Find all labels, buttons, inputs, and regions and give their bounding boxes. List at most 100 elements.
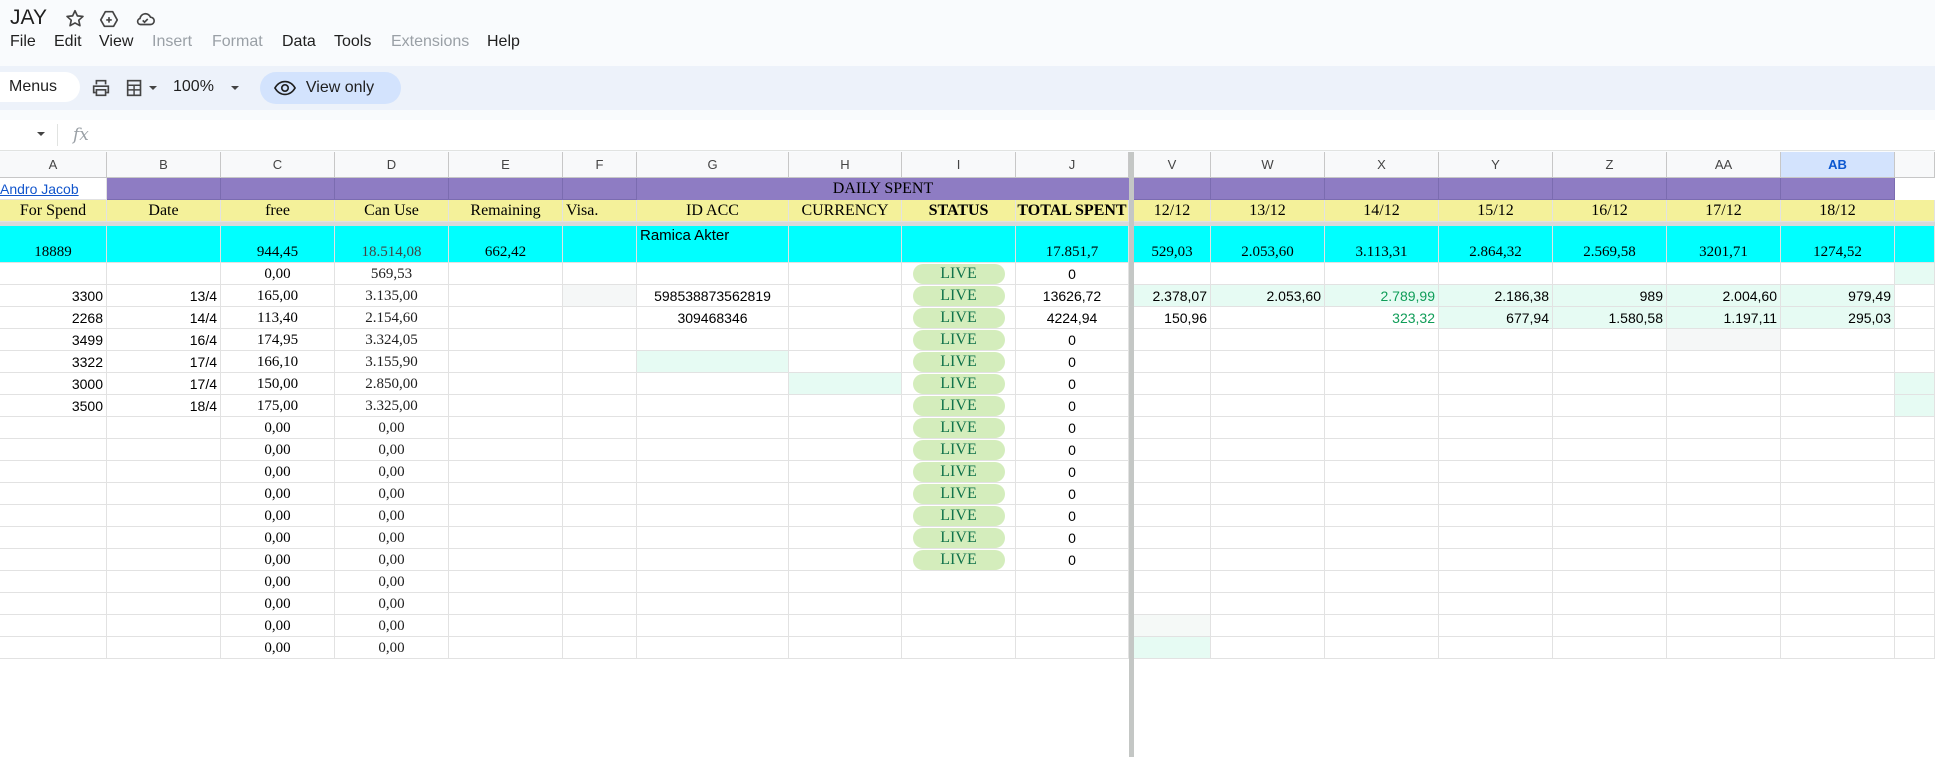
table-cell[interactable] xyxy=(1211,351,1325,373)
header-cell[interactable]: Date xyxy=(107,200,221,222)
table-cell[interactable] xyxy=(1211,417,1325,439)
table-cell[interactable] xyxy=(1667,417,1781,439)
table-cell[interactable] xyxy=(1895,483,1935,505)
table-cell[interactable] xyxy=(789,307,902,329)
table-cell[interactable] xyxy=(1781,527,1895,549)
table-cell[interactable]: 979,49 xyxy=(1781,285,1895,307)
table-cell[interactable]: 3499 xyxy=(0,329,107,351)
table-cell[interactable]: 3000 xyxy=(0,373,107,395)
table-cell[interactable] xyxy=(1134,505,1211,527)
table-cell[interactable] xyxy=(1895,395,1935,417)
table-cell[interactable] xyxy=(449,505,563,527)
table-cell[interactable]: 3.135,00 xyxy=(335,285,449,307)
table-cell[interactable] xyxy=(1134,373,1211,395)
table-cell[interactable] xyxy=(1211,505,1325,527)
table-cell[interactable]: 16/4 xyxy=(107,329,221,351)
table-cell[interactable] xyxy=(449,417,563,439)
table-cell[interactable] xyxy=(637,395,789,417)
column-header-g[interactable]: G xyxy=(637,152,789,178)
chevron-down-icon[interactable] xyxy=(146,77,160,99)
table-cell[interactable]: 2.053,60 xyxy=(1211,285,1325,307)
table-cell[interactable]: 0 xyxy=(1016,483,1129,505)
header-cell[interactable]: 17/12 xyxy=(1667,200,1781,222)
table-cell[interactable] xyxy=(789,571,902,593)
table-cell[interactable] xyxy=(637,593,789,615)
table-cell[interactable] xyxy=(107,527,221,549)
table-cell[interactable] xyxy=(449,527,563,549)
table-cell[interactable]: 0,00 xyxy=(335,461,449,483)
table-cell[interactable]: 1.197,11 xyxy=(1667,307,1781,329)
status-cell[interactable]: LIVE xyxy=(902,351,1016,373)
column-header-w[interactable]: W xyxy=(1211,152,1325,178)
table-cell[interactable] xyxy=(1016,615,1129,637)
table-cell[interactable] xyxy=(1439,373,1553,395)
header-cell[interactable]: free xyxy=(221,200,335,222)
table-cell[interactable] xyxy=(637,615,789,637)
table-cell[interactable]: 13/4 xyxy=(107,285,221,307)
table-cell[interactable]: 0,00 xyxy=(221,615,335,637)
table-cell[interactable] xyxy=(1016,593,1129,615)
table-cell[interactable] xyxy=(0,593,107,615)
total-cell[interactable]: 3201,71 xyxy=(1667,226,1781,263)
table-cell[interactable] xyxy=(1211,571,1325,593)
table-cell[interactable] xyxy=(1439,439,1553,461)
table-cell[interactable]: 3300 xyxy=(0,285,107,307)
table-cell[interactable] xyxy=(0,483,107,505)
column-header-next[interactable] xyxy=(1895,152,1935,178)
table-cell[interactable] xyxy=(1667,549,1781,571)
table-cell[interactable] xyxy=(1439,505,1553,527)
table-cell[interactable]: 0,00 xyxy=(335,439,449,461)
table-cell[interactable] xyxy=(637,329,789,351)
total-cell[interactable] xyxy=(107,226,221,263)
table-cell[interactable] xyxy=(637,505,789,527)
table-cell[interactable] xyxy=(1439,637,1553,659)
table-cell[interactable] xyxy=(563,439,637,461)
table-cell[interactable]: 0,00 xyxy=(335,483,449,505)
table-cell[interactable] xyxy=(1667,263,1781,285)
table-cell[interactable] xyxy=(1667,505,1781,527)
table-cell[interactable]: 0 xyxy=(1016,461,1129,483)
column-header-i[interactable]: I xyxy=(902,152,1016,178)
table-cell[interactable] xyxy=(1439,593,1553,615)
table-cell[interactable] xyxy=(1895,505,1935,527)
table-cell[interactable] xyxy=(1211,461,1325,483)
table-cell[interactable] xyxy=(789,373,902,395)
table-cell[interactable] xyxy=(107,483,221,505)
table-cell[interactable]: 0 xyxy=(1016,549,1129,571)
table-cell[interactable] xyxy=(1553,571,1667,593)
table-cell[interactable]: 0,00 xyxy=(221,439,335,461)
table-cell[interactable] xyxy=(1667,593,1781,615)
table-cell[interactable]: 677,94 xyxy=(1439,307,1553,329)
status-cell[interactable]: LIVE xyxy=(902,373,1016,395)
table-cell[interactable] xyxy=(1553,593,1667,615)
table-cell[interactable] xyxy=(1781,417,1895,439)
table-cell[interactable]: 113,40 xyxy=(221,307,335,329)
column-header-ab[interactable]: AB xyxy=(1781,152,1895,178)
table-cell[interactable] xyxy=(1325,571,1439,593)
table-cell[interactable]: 150,00 xyxy=(221,373,335,395)
table-cell[interactable] xyxy=(449,395,563,417)
menu-insert[interactable]: Insert xyxy=(152,33,192,51)
table-cell[interactable] xyxy=(1134,549,1211,571)
table-cell[interactable]: 4224,94 xyxy=(1016,307,1129,329)
table-cell[interactable]: 17/4 xyxy=(107,373,221,395)
table-cell[interactable] xyxy=(1553,637,1667,659)
table-cell[interactable] xyxy=(1325,637,1439,659)
table-cell[interactable] xyxy=(1895,637,1935,659)
table-cell[interactable] xyxy=(107,461,221,483)
table-cell[interactable] xyxy=(1667,615,1781,637)
table-cell[interactable] xyxy=(1667,329,1781,351)
table-cell[interactable] xyxy=(789,637,902,659)
total-cell[interactable]: 3.113,31 xyxy=(1325,226,1439,263)
table-cell[interactable] xyxy=(1439,263,1553,285)
total-cell[interactable] xyxy=(563,226,637,263)
table-cell[interactable] xyxy=(1553,527,1667,549)
table-cell[interactable]: 3.325,00 xyxy=(335,395,449,417)
table-cell[interactable] xyxy=(563,505,637,527)
table-cell[interactable] xyxy=(789,593,902,615)
table-cell[interactable] xyxy=(1895,263,1935,285)
table-cell[interactable] xyxy=(789,615,902,637)
table-cell[interactable] xyxy=(1325,483,1439,505)
table-cell[interactable] xyxy=(0,263,107,285)
table-cell[interactable] xyxy=(0,505,107,527)
